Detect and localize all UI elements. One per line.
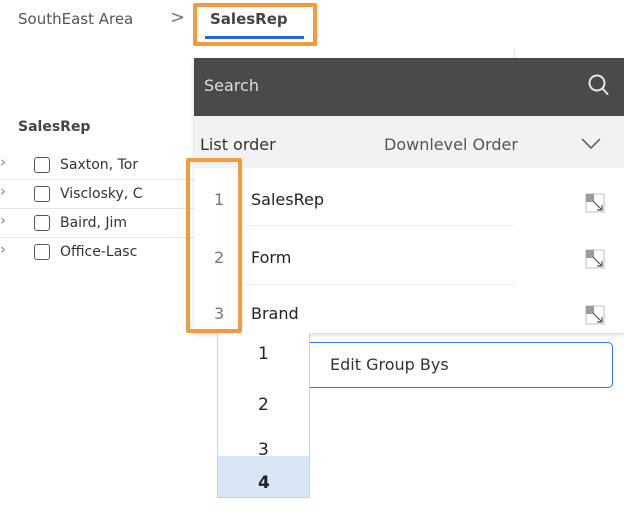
group-by-item: Brand <box>251 304 299 323</box>
item-divider <box>243 225 515 226</box>
search-icon[interactable] <box>587 73 609 97</box>
row-checkbox[interactable] <box>34 215 50 231</box>
search-input[interactable]: Search <box>204 76 259 95</box>
group-by-item: Form <box>251 248 292 267</box>
group-by-item: SalesRep <box>251 190 324 209</box>
resize-icon[interactable] <box>585 305 605 325</box>
chevron-right-icon[interactable]: › <box>0 182 6 200</box>
edit-group-bys-label[interactable]: Edit Group Bys <box>330 355 449 374</box>
breadcrumb-parent[interactable]: SouthEast Area <box>18 10 133 28</box>
breadcrumb-highlight-box <box>193 3 317 46</box>
row-label: Office-Lasc <box>60 244 138 260</box>
column-header: SalesRep <box>18 119 91 135</box>
row-checkbox[interactable] <box>34 244 50 260</box>
dropdown-option-selected[interactable]: 4 <box>218 456 309 497</box>
row-checkbox[interactable] <box>34 157 50 173</box>
list-order-select[interactable]: Downlevel Order <box>384 135 518 154</box>
breadcrumb-separator-icon: > <box>170 7 186 28</box>
row-label: Visclosky, C <box>60 186 143 202</box>
chevron-down-icon[interactable] <box>580 134 602 154</box>
order-number-highlight-box <box>186 158 242 333</box>
row-checkbox[interactable] <box>34 186 50 202</box>
item-divider <box>243 284 515 285</box>
dropdown-option[interactable]: 2 <box>218 385 309 426</box>
list-order-label: List order <box>200 135 276 154</box>
chevron-right-icon[interactable]: › <box>0 211 6 229</box>
row-label: Saxton, Tor <box>60 157 139 173</box>
resize-icon[interactable] <box>585 193 605 213</box>
dropdown-option[interactable]: 1 <box>218 334 309 375</box>
resize-icon[interactable] <box>585 249 605 269</box>
chevron-right-icon[interactable]: › <box>0 153 6 171</box>
chevron-right-icon[interactable]: › <box>0 240 6 258</box>
row-label: Baird, Jim <box>60 215 128 231</box>
